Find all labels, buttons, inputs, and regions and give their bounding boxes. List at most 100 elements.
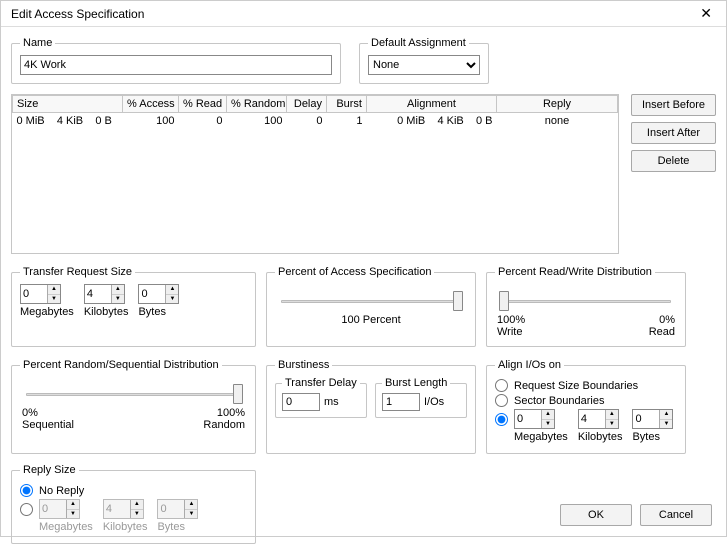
reply-mb-input[interactable] bbox=[40, 500, 66, 518]
spin-up-icon[interactable]: ▲ bbox=[542, 410, 554, 420]
col-delay[interactable]: Delay bbox=[287, 96, 327, 113]
spin-down-icon[interactable]: ▼ bbox=[166, 295, 178, 304]
reply-kb-label: Kilobytes bbox=[103, 521, 148, 533]
spin-up-icon[interactable]: ▲ bbox=[660, 410, 672, 420]
reply-legend: Reply Size bbox=[20, 464, 79, 476]
reply-b-label: Bytes bbox=[157, 521, 185, 533]
align-custom-radio[interactable] bbox=[495, 413, 508, 426]
align-request-label: Request Size Boundaries bbox=[514, 380, 638, 392]
align-sector-label: Sector Boundaries bbox=[514, 395, 605, 407]
burst-length-fieldset: Burst Length I/Os bbox=[375, 377, 467, 418]
insert-after-button[interactable]: Insert After bbox=[631, 122, 716, 144]
default-assignment-fieldset: Default Assignment None bbox=[359, 37, 489, 84]
spin-up-icon[interactable]: ▲ bbox=[48, 285, 60, 295]
spin-down-icon[interactable]: ▼ bbox=[542, 420, 554, 429]
delete-button[interactable]: Delete bbox=[631, 150, 716, 172]
col-reply[interactable]: Reply bbox=[497, 96, 618, 113]
spin-down-icon[interactable]: ▼ bbox=[660, 420, 672, 429]
align-mb-spinner[interactable]: ▲▼ bbox=[514, 409, 555, 429]
spin-down-icon[interactable]: ▼ bbox=[67, 510, 79, 519]
col-access[interactable]: % Access bbox=[123, 96, 179, 113]
col-random[interactable]: % Random bbox=[227, 96, 287, 113]
col-burst[interactable]: Burst bbox=[327, 96, 367, 113]
cell-size: 0 MiB 4 KiB 0 B bbox=[13, 113, 123, 130]
trs-mb-input[interactable] bbox=[21, 285, 47, 303]
burst-length-input[interactable] bbox=[382, 393, 420, 411]
name-fieldset: Name bbox=[11, 37, 341, 84]
trs-mb-spinner[interactable]: ▲▼ bbox=[20, 284, 61, 304]
spin-down-icon[interactable]: ▼ bbox=[606, 420, 618, 429]
prsd-slider[interactable] bbox=[22, 381, 245, 405]
align-b-input[interactable] bbox=[633, 410, 659, 428]
td-legend: Transfer Delay bbox=[282, 377, 360, 389]
prw-right-pct: 0% bbox=[659, 314, 675, 326]
cell-random: 100 bbox=[227, 113, 287, 130]
table-row[interactable]: 0 MiB 4 KiB 0 B 100 0 100 0 1 0 MiB 4 Ki… bbox=[13, 113, 618, 130]
spin-down-icon[interactable]: ▼ bbox=[131, 510, 143, 519]
trs-kb-label: Kilobytes bbox=[84, 306, 129, 318]
align-kb-spinner[interactable]: ▲▼ bbox=[578, 409, 619, 429]
align-request-radio[interactable] bbox=[495, 379, 508, 392]
spin-up-icon[interactable]: ▲ bbox=[606, 410, 618, 420]
prw-slider-thumb[interactable] bbox=[499, 291, 509, 311]
spin-up-icon[interactable]: ▲ bbox=[185, 500, 197, 510]
reply-b-spinner[interactable]: ▲▼ bbox=[157, 499, 198, 519]
reply-kb-spinner[interactable]: ▲▼ bbox=[103, 499, 144, 519]
cell-delay: 0 bbox=[287, 113, 327, 130]
prsd-left-label: Sequential bbox=[22, 419, 74, 431]
align-sector-radio[interactable] bbox=[495, 394, 508, 407]
pas-slider[interactable] bbox=[277, 288, 465, 312]
spin-up-icon[interactable]: ▲ bbox=[67, 500, 79, 510]
spin-up-icon[interactable]: ▲ bbox=[112, 285, 124, 295]
td-unit: ms bbox=[324, 396, 339, 408]
trs-legend: Transfer Request Size bbox=[20, 266, 135, 278]
reply-mb-label: Megabytes bbox=[39, 521, 93, 533]
trs-kb-input[interactable] bbox=[85, 285, 111, 303]
align-b-spinner[interactable]: ▲▼ bbox=[632, 409, 673, 429]
close-icon[interactable]: ✕ bbox=[694, 5, 718, 22]
default-assignment-select[interactable]: None bbox=[368, 55, 480, 75]
spec-table[interactable]: Size % Access % Read % Random Delay Burs… bbox=[12, 95, 618, 129]
spin-up-icon[interactable]: ▲ bbox=[166, 285, 178, 295]
transfer-delay-fieldset: Transfer Delay ms bbox=[275, 377, 367, 418]
transfer-delay-input[interactable] bbox=[282, 393, 320, 411]
spin-down-icon[interactable]: ▼ bbox=[185, 510, 197, 519]
burst-legend: Burstiness bbox=[275, 359, 332, 371]
trs-kb-spinner[interactable]: ▲▼ bbox=[84, 284, 125, 304]
align-mb-label: Megabytes bbox=[514, 431, 568, 443]
pas-slider-thumb[interactable] bbox=[453, 291, 463, 311]
bl-unit: I/Os bbox=[424, 396, 444, 408]
align-mb-input[interactable] bbox=[515, 410, 541, 428]
no-reply-radio[interactable] bbox=[20, 484, 33, 497]
col-read[interactable]: % Read bbox=[179, 96, 227, 113]
col-size[interactable]: Size bbox=[13, 96, 123, 113]
reply-custom-radio[interactable] bbox=[20, 503, 33, 516]
prw-left-label: Write bbox=[497, 326, 522, 338]
ok-button[interactable]: OK bbox=[560, 504, 632, 526]
pas-slider-track bbox=[281, 300, 461, 303]
prsd-right-label: Random bbox=[203, 419, 245, 431]
align-kb-input[interactable] bbox=[579, 410, 605, 428]
prsd-left-pct: 0% bbox=[22, 407, 38, 419]
pas-caption: 100 Percent bbox=[275, 314, 467, 326]
trs-b-input[interactable] bbox=[139, 285, 165, 303]
spin-down-icon[interactable]: ▼ bbox=[48, 295, 60, 304]
col-alignment[interactable]: Alignment bbox=[367, 96, 497, 113]
spec-table-wrap: Size % Access % Read % Random Delay Burs… bbox=[11, 94, 619, 254]
name-input[interactable] bbox=[20, 55, 332, 75]
reply-mb-spinner[interactable]: ▲▼ bbox=[39, 499, 80, 519]
prw-right-label: Read bbox=[649, 326, 675, 338]
cancel-button[interactable]: Cancel bbox=[640, 504, 712, 526]
spin-up-icon[interactable]: ▲ bbox=[131, 500, 143, 510]
prsd-slider-thumb[interactable] bbox=[233, 384, 243, 404]
prw-slider[interactable] bbox=[497, 288, 675, 312]
transfer-request-size-fieldset: Transfer Request Size ▲▼ Megabytes ▲▼ Ki… bbox=[11, 266, 256, 347]
window-title: Edit Access Specification bbox=[11, 7, 144, 21]
name-legend: Name bbox=[20, 37, 55, 49]
align-b-label: Bytes bbox=[632, 431, 660, 443]
trs-b-spinner[interactable]: ▲▼ bbox=[138, 284, 179, 304]
reply-b-input[interactable] bbox=[158, 500, 184, 518]
spin-down-icon[interactable]: ▼ bbox=[112, 295, 124, 304]
reply-kb-input[interactable] bbox=[104, 500, 130, 518]
insert-before-button[interactable]: Insert Before bbox=[631, 94, 716, 116]
